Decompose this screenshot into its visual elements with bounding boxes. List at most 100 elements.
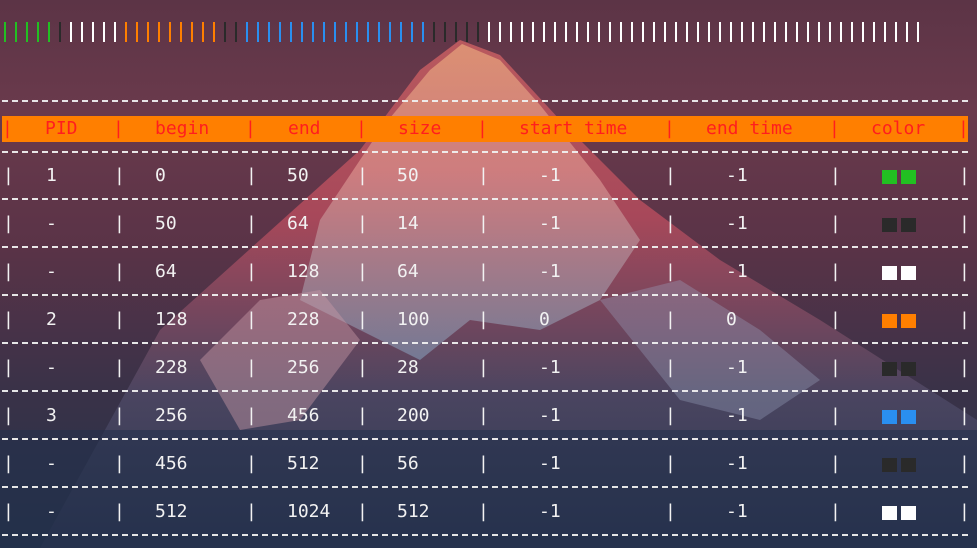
memory-tick: [741, 22, 743, 42]
column-divider: |: [3, 213, 14, 234]
memory-tick: [631, 22, 633, 42]
memory-tick: [862, 22, 864, 42]
memory-tick: [686, 22, 688, 42]
column-divider: |: [665, 453, 676, 474]
color-swatch: [901, 410, 916, 424]
table-separator: [2, 198, 968, 200]
column-divider: |: [665, 357, 676, 378]
memory-tick: [334, 22, 336, 42]
memory-tick: [158, 22, 160, 42]
memory-tick: [697, 22, 699, 42]
color-swatch: [901, 314, 916, 328]
cell-pid: 2: [46, 309, 57, 330]
column-divider: |: [665, 165, 676, 186]
cell-size: 28: [397, 357, 419, 378]
cell-end: 456: [287, 405, 320, 426]
column-divider: |: [830, 309, 841, 330]
cell-size: 56: [397, 453, 419, 474]
column-divider: |: [3, 261, 14, 282]
column-divider: |: [3, 405, 14, 426]
memory-tick: [719, 22, 721, 42]
table-separator: [2, 342, 968, 344]
column-divider: |: [357, 357, 368, 378]
column-divider: |: [829, 118, 840, 139]
memory-tick: [554, 22, 556, 42]
color-swatch: [901, 218, 916, 232]
cell-start-time: -1: [539, 357, 561, 378]
table-separator: [2, 294, 968, 296]
cell-pid: -: [46, 501, 57, 522]
column-divider: |: [478, 165, 489, 186]
table-separator: [2, 246, 968, 248]
memory-tick: [290, 22, 292, 42]
column-divider: |: [246, 213, 257, 234]
cell-start-time: -1: [539, 405, 561, 426]
memory-tick: [565, 22, 567, 42]
cell-end: 256: [287, 357, 320, 378]
memory-tick: [257, 22, 259, 42]
color-swatch: [882, 458, 897, 472]
cell-begin: 456: [155, 453, 188, 474]
column-header-end-time: end time: [706, 118, 793, 139]
cell-size: 50: [397, 165, 419, 186]
memory-tick: [312, 22, 314, 42]
memory-tick: [202, 22, 204, 42]
column-header-end: end: [288, 118, 321, 139]
column-divider: |: [830, 405, 841, 426]
column-divider: |: [478, 453, 489, 474]
table-separator: [2, 390, 968, 392]
table-row: | | | | | | | | - 512 1024 512 -1 -1: [0, 499, 977, 525]
memory-tick: [785, 22, 787, 42]
memory-tick: [279, 22, 281, 42]
memory-tick: [15, 22, 17, 42]
column-divider: |: [665, 405, 676, 426]
memory-tick: [323, 22, 325, 42]
table-row: | | | | | | | | 2 128 228 100 0 0: [0, 307, 977, 333]
column-divider: |: [245, 118, 256, 139]
table-row: | | | | | | | | 3 256 456 200 -1 -1: [0, 403, 977, 429]
memory-tick: [411, 22, 413, 42]
memory-tick: [851, 22, 853, 42]
cell-end-time: -1: [726, 405, 748, 426]
column-divider: |: [246, 309, 257, 330]
memory-tick: [895, 22, 897, 42]
column-divider: |: [3, 165, 14, 186]
cell-end-time: 0: [726, 309, 737, 330]
memory-tick: [400, 22, 402, 42]
cell-size: 64: [397, 261, 419, 282]
memory-tick: [37, 22, 39, 42]
column-divider: |: [959, 165, 970, 186]
column-divider: |: [665, 213, 676, 234]
column-header-size: size: [398, 118, 442, 139]
column-divider: |: [114, 501, 125, 522]
cell-start-time: 0: [539, 309, 550, 330]
column-divider: |: [357, 261, 368, 282]
column-divider: |: [357, 309, 368, 330]
memory-tick: [81, 22, 83, 42]
memory-tick: [191, 22, 193, 42]
cell-pid: 3: [46, 405, 57, 426]
column-divider: |: [665, 261, 676, 282]
memory-tick: [906, 22, 908, 42]
table-separator: [2, 100, 968, 102]
color-swatch: [901, 458, 916, 472]
color-swatch: [882, 218, 897, 232]
column-divider: |: [114, 405, 125, 426]
memory-tick: [609, 22, 611, 42]
column-divider: |: [246, 261, 257, 282]
memory-tick: [620, 22, 622, 42]
column-divider: |: [478, 357, 489, 378]
color-swatch: [882, 314, 897, 328]
memory-tick: [422, 22, 424, 42]
cell-begin: 64: [155, 261, 177, 282]
column-divider: |: [477, 118, 488, 139]
memory-tick: [730, 22, 732, 42]
column-divider: |: [478, 501, 489, 522]
column-divider: |: [246, 405, 257, 426]
cell-begin: 50: [155, 213, 177, 234]
column-divider: |: [246, 357, 257, 378]
cell-size: 14: [397, 213, 419, 234]
column-divider: |: [357, 501, 368, 522]
cell-begin: 256: [155, 405, 188, 426]
column-divider: |: [356, 118, 367, 139]
